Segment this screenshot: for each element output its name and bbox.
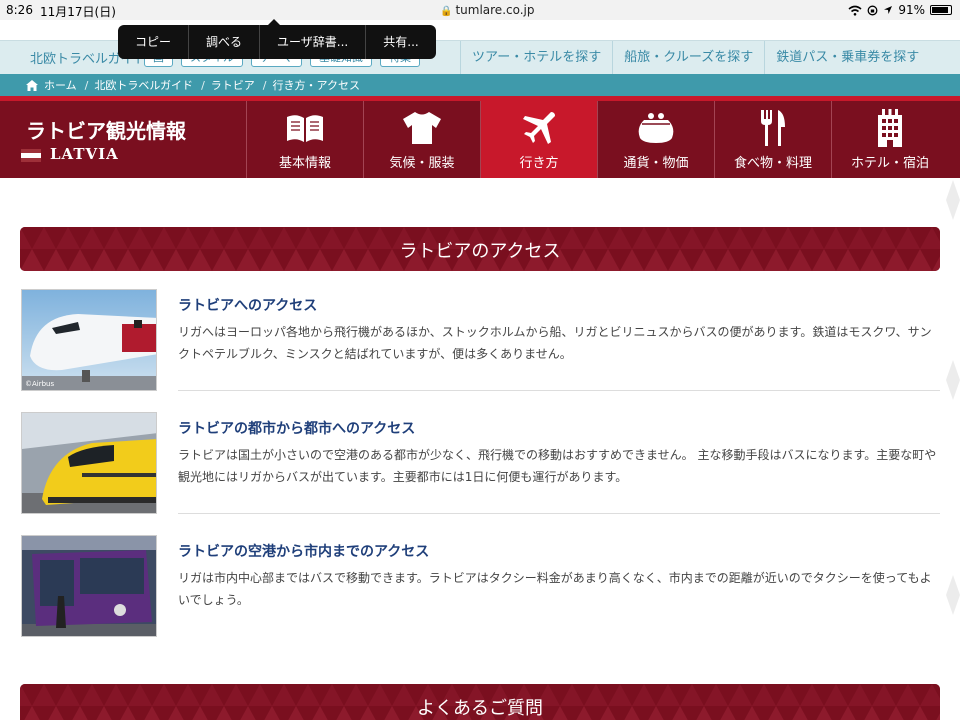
tab-label: 行き方 — [519, 156, 559, 171]
tab-label: ホテル・宿泊 — [850, 156, 929, 171]
breadcrumb-separator: / — [201, 78, 205, 92]
item-title[interactable]: ラトビアの都市から都市へのアクセス — [178, 418, 415, 438]
divider — [178, 513, 940, 514]
tab-label: 通貨・物価 — [623, 156, 689, 171]
fork-knife-icon — [715, 110, 831, 146]
status-bar: 8:26 11月17日(日) 🔒 tumlare.co.jp 91% — [0, 0, 960, 20]
airplane-photo[interactable]: ©Airbus — [21, 289, 157, 391]
train-photo[interactable] — [21, 412, 157, 514]
status-time: 8:26 — [6, 3, 33, 17]
shirt-icon — [364, 111, 480, 145]
item-description: ラトビアは国土が小さいので空港のある都市が少なく、飛行機での移動はおすすめできま… — [178, 448, 937, 484]
tab-label: 基本情報 — [278, 156, 331, 171]
tab-access[interactable]: 行き方 — [480, 101, 597, 178]
status-icons: 91% — [848, 3, 952, 17]
section-banner-faq: よくあるご質問 — [20, 684, 940, 720]
share-menu-item[interactable]: 共有... — [366, 25, 435, 59]
tab-currency-prices[interactable]: 通貨・物価 — [597, 101, 714, 178]
category-tabs: 基本情報 気候・服装 行き方 通貨・物価 食べ物・料理 ホテル・宿泊 — [246, 101, 948, 178]
rotation-lock-icon — [867, 5, 878, 15]
country-header: ラトビア観光情報 LATVIA 基本情報 気候・服装 行き方 通貨・物価 食べ物… — [0, 96, 960, 178]
tab-basic-info[interactable]: 基本情報 — [246, 101, 363, 178]
building-icon — [832, 109, 948, 147]
item-title[interactable]: ラトビアの空港から市内までのアクセス — [178, 541, 429, 561]
breadcrumb-latvia[interactable]: ラトビア — [211, 77, 255, 93]
tab-hotel[interactable]: ホテル・宿泊 — [831, 101, 948, 178]
battery-icon — [930, 5, 952, 15]
section-banner-access: ラトビアのアクセス — [20, 227, 940, 271]
breadcrumb-home[interactable]: ホーム — [44, 77, 77, 93]
purse-icon — [598, 111, 714, 145]
latvia-flag-icon — [21, 149, 41, 162]
breadcrumb-guide[interactable]: 北欧トラベルガイド — [94, 77, 193, 93]
home-icon — [26, 79, 38, 91]
selection-menu-caret — [268, 19, 280, 25]
access-item: ラトビアの空港から市内までのアクセス リガは市内中心部まではバスで移動できます。… — [20, 535, 940, 647]
airplane-icon — [481, 111, 597, 145]
section-title: よくあるご質問 — [417, 698, 543, 719]
country-title: ラトビア観光情報 — [26, 119, 186, 143]
tab-climate-clothing[interactable]: 気候・服装 — [363, 101, 480, 178]
access-item: ©Airbus ラトビアへのアクセス リガへはヨーロッパ各地から飛行機があるほか… — [20, 289, 940, 401]
breadcrumb-separator: / — [262, 78, 267, 92]
section-title: ラトビアのアクセス — [399, 241, 561, 262]
url-text: tumlare.co.jp — [455, 3, 535, 17]
decorative-motif-icon — [946, 575, 960, 615]
decorative-motif-icon — [946, 360, 960, 400]
copy-menu-item[interactable]: コピー — [118, 25, 190, 59]
breadcrumb: ホーム / 北欧トラベルガイド / ラトビア / 行き方・アクセス — [0, 74, 960, 96]
tours-hotels-link[interactable]: ツアー・ホテルを探す — [460, 41, 612, 75]
item-title[interactable]: ラトビアへのアクセス — [178, 295, 317, 315]
bus-photo[interactable] — [21, 535, 157, 637]
country-name-en: LATVIA — [50, 145, 119, 163]
lookup-menu-item[interactable]: 調べる — [189, 25, 261, 59]
book-icon — [247, 111, 363, 145]
user-dictionary-menu-item[interactable]: ユーザ辞書... — [260, 25, 367, 59]
item-description: リガへはヨーロッパ各地から飛行機があるほか、ストックホルムから船、リガとビリニュ… — [178, 325, 932, 361]
status-date: 11月17日(日) — [40, 5, 116, 19]
address-bar[interactable]: 🔒 tumlare.co.jp — [440, 3, 535, 17]
decorative-motif-icon — [946, 180, 960, 220]
wifi-icon — [848, 5, 862, 16]
rail-pass-link[interactable]: 鉄道パス・乗車券を探す — [764, 41, 930, 75]
breadcrumb-current: 行き方・アクセス — [272, 79, 360, 92]
search-links: ツアー・ホテルを探す 船旅・クルーズを探す 鉄道パス・乗車券を探す — [460, 41, 930, 75]
photo-credit: ©Airbus — [25, 380, 55, 388]
tab-label: 食べ物・料理 — [733, 156, 812, 171]
divider — [178, 390, 940, 391]
item-description: リガは市内中心部まではバスで移動できます。ラトビアはタクシー料金があまり高くなく… — [178, 571, 932, 607]
access-item: ラトビアの都市から都市へのアクセス ラトビアは国土が小さいので空港のある都市が少… — [20, 412, 940, 524]
battery-percent: 91% — [898, 3, 925, 17]
location-icon — [884, 6, 893, 14]
tab-label: 気候・服装 — [389, 156, 455, 171]
cruises-link[interactable]: 船旅・クルーズを探す — [612, 41, 764, 75]
breadcrumb-separator: / — [84, 78, 89, 92]
selection-menu: コピー 調べる ユーザ辞書... 共有... — [118, 19, 436, 59]
lock-icon: 🔒 — [440, 6, 453, 17]
tab-food[interactable]: 食べ物・料理 — [714, 101, 831, 178]
